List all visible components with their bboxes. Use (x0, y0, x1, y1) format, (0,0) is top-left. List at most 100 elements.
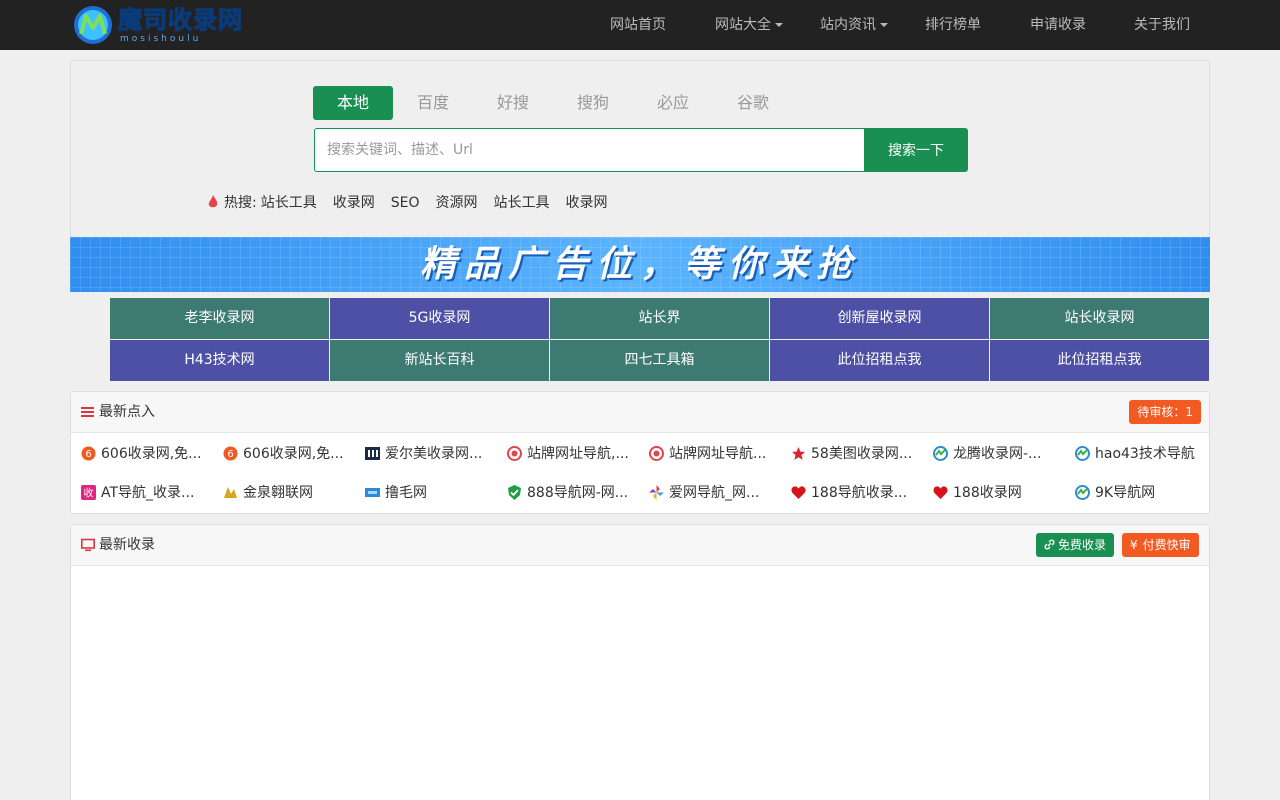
hot-search-label: 热搜: (224, 195, 257, 211)
orange-circle-6-icon: 6 (223, 446, 238, 461)
hot-link[interactable]: 收录网 (333, 195, 375, 211)
free-submit-label: 免费收录 (1058, 538, 1107, 552)
friend-link[interactable]: 此位招租点我 (770, 340, 989, 381)
site-link-label: 188导航收录... (811, 485, 908, 501)
site-link-label: 爱网导航_网... (669, 485, 760, 501)
ad-banner[interactable]: 精品广告位，等你来抢 (70, 237, 1210, 292)
friend-link[interactable]: 站长界 (550, 298, 769, 339)
search-input[interactable] (314, 128, 864, 172)
site-link[interactable]: 爱尔美收录网... (365, 434, 500, 474)
chevron-down-icon (880, 23, 888, 27)
nav-submit[interactable]: 申请收录 (1030, 0, 1086, 50)
site-link[interactable]: 站牌网址导航... (649, 434, 784, 474)
friend-link[interactable]: 此位招租点我 (990, 340, 1209, 381)
site-link[interactable]: hao43技术导航 (1075, 434, 1207, 474)
friend-link[interactable]: 创新屋收录网 (770, 298, 989, 339)
pinwheel-icon (649, 485, 664, 500)
site-link-label: 龙腾收录网-... (953, 446, 1042, 462)
hot-link[interactable]: 站长工具 (493, 195, 549, 211)
free-submit-button[interactable]: 免费收录 (1036, 533, 1115, 557)
top-navbar: 魔司收录网 mosishoulu 网站首页 网站大全 站内资讯 排行榜单 申请收… (0, 0, 1280, 50)
hot-link[interactable]: 站长工具 (261, 195, 317, 211)
tab-local[interactable]: 本地 (313, 86, 393, 120)
green-blue-circle-icon (933, 446, 948, 461)
search-button[interactable]: 搜索一下 (864, 128, 968, 172)
pending-review-badge[interactable]: 待审核：1 (1129, 400, 1201, 424)
pink-square-icon: 收 (81, 485, 96, 500)
friend-link[interactable]: H43技术网 (110, 340, 329, 381)
site-logo[interactable]: 魔司收录网 mosishoulu (72, 4, 258, 46)
nav-news[interactable]: 站内资讯 (820, 0, 888, 50)
site-link[interactable]: 9K导航网 (1075, 473, 1207, 513)
latest-visits-title: 最新点入 (99, 404, 155, 420)
site-link[interactable]: 收 AT导航_收录... (81, 473, 216, 513)
friend-link[interactable]: 新站长百科 (330, 340, 549, 381)
svg-text:6: 6 (85, 449, 91, 460)
dark-square-icon (365, 447, 380, 460)
latest-visits-header: 最新点入 待审核：1 (71, 392, 1209, 433)
site-link-label: 爱尔美收录网... (385, 446, 483, 462)
green-shield-icon (508, 485, 521, 500)
logo-icon (74, 6, 112, 44)
site-link[interactable]: 188导航收录... (791, 473, 926, 513)
tab-baidu[interactable]: 百度 (393, 86, 473, 120)
tab-bing[interactable]: 必应 (633, 86, 713, 120)
green-blue-circle-icon (1075, 485, 1090, 500)
site-link-label: 188收录网 (953, 485, 1022, 501)
site-link[interactable]: 6 606收录网,免... (81, 434, 216, 474)
latest-visits-card: 最新点入 待审核：1 6 606收录网,免... 6 606收录网,免... 爱… (70, 391, 1210, 514)
nav-ranking[interactable]: 排行榜单 (925, 0, 981, 50)
friend-link[interactable]: 老李收录网 (110, 298, 329, 339)
paid-review-label: 付费快审 (1142, 538, 1191, 552)
orange-circle-6-icon: 6 (81, 446, 96, 461)
green-blue-circle-icon (1075, 446, 1090, 461)
red-heart-icon (933, 486, 948, 499)
friend-links-grid: 老李收录网 5G收录网 站长界 创新屋收录网 站长收录网 H43技术网 新站长百… (110, 298, 1210, 381)
site-link[interactable]: 888导航网-网... (507, 473, 642, 513)
friend-link[interactable]: 四七工具箱 (550, 340, 769, 381)
hot-link[interactable]: 收录网 (565, 195, 607, 211)
hot-link[interactable]: SEO (391, 195, 420, 211)
paid-review-button[interactable]: ¥ 付费快审 (1122, 533, 1199, 557)
tab-google[interactable]: 谷歌 (713, 86, 793, 120)
latest-included-header: 最新收录 免费收录 ¥ 付费快审 (71, 525, 1209, 566)
nav-about[interactable]: 关于我们 (1134, 0, 1190, 50)
gold-logo-icon (224, 487, 237, 498)
site-link[interactable]: 6 606收录网,免... (223, 434, 358, 474)
tab-sogou[interactable]: 搜狗 (553, 86, 633, 120)
nav-about-label: 关于我们 (1134, 17, 1190, 33)
logo-text: 魔司收录网 (118, 6, 243, 35)
banner-text: 精品广告位，等你来抢 (419, 244, 860, 285)
site-link[interactable]: 188收录网 (933, 473, 1068, 513)
site-link[interactable]: 站牌网址导航,... (507, 434, 642, 474)
friend-link[interactable]: 站长收录网 (990, 298, 1209, 339)
nav-home[interactable]: 网站首页 (610, 0, 666, 50)
link-icon (1044, 539, 1055, 550)
site-link-label: 58美图收录网... (811, 446, 913, 462)
site-link[interactable]: 龙腾收录网-... (933, 434, 1068, 474)
yen-icon: ¥ (1130, 538, 1138, 552)
fire-icon (208, 195, 218, 208)
friend-link[interactable]: 5G收录网 (330, 298, 549, 339)
site-link-label: 撸毛网 (385, 485, 427, 501)
site-link[interactable]: 撸毛网 (365, 473, 500, 513)
nav-news-label: 站内资讯 (820, 17, 876, 33)
nav-ranking-label: 排行榜单 (925, 17, 981, 33)
site-link[interactable]: 58美图收录网... (791, 434, 926, 474)
site-link[interactable]: 爱网导航_网... (649, 473, 784, 513)
site-link-label: 站牌网址导航,... (527, 446, 629, 462)
svg-text:6: 6 (227, 449, 233, 460)
tab-haosou[interactable]: 好搜 (473, 86, 553, 120)
monitor-icon (81, 538, 95, 552)
list-icon (81, 407, 94, 417)
nav-site-directory[interactable]: 网站大全 (715, 0, 783, 50)
svg-text:收: 收 (84, 487, 94, 500)
red-heart-icon (791, 486, 806, 499)
red-swirl-icon (649, 446, 664, 461)
site-link[interactable]: 金泉翱联网 (223, 473, 358, 513)
red-star-icon (792, 447, 805, 460)
search-panel: 本地 百度 好搜 搜狗 必应 谷歌 搜索一下 热搜:站长工具收录网SEO资源网站… (70, 60, 1210, 238)
hot-search-row: 热搜: 站长工具 收录网 SEO 资源网 站长工具 收录网 (208, 193, 623, 213)
nav-site-directory-label: 网站大全 (715, 17, 771, 33)
hot-link[interactable]: 资源网 (435, 195, 477, 211)
